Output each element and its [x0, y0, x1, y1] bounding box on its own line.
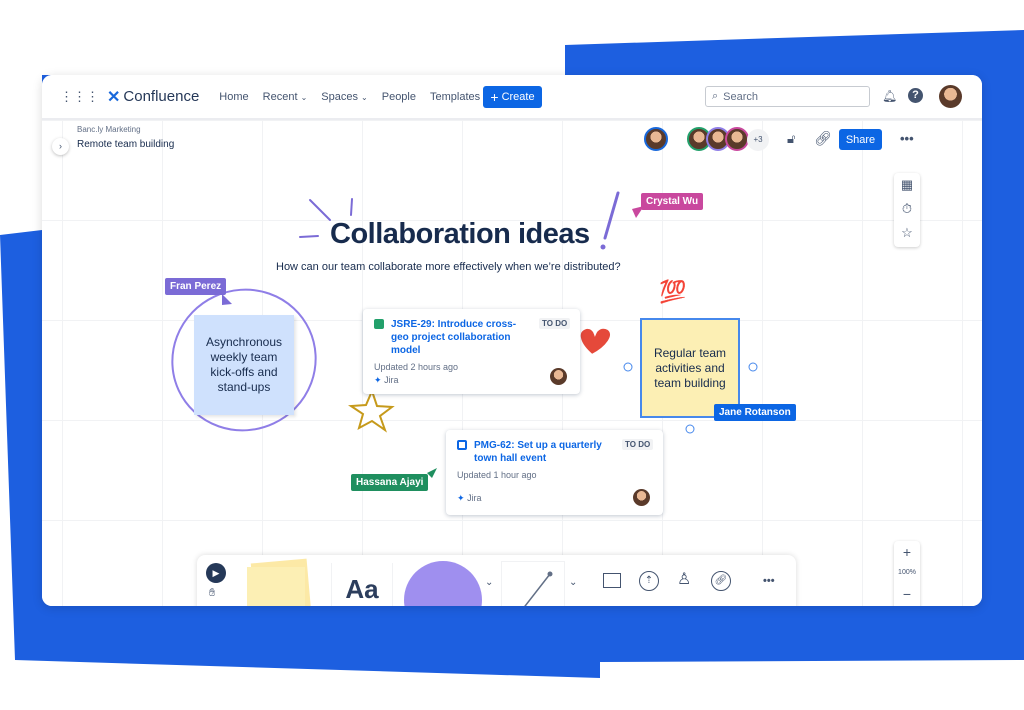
- zoom-controls: + 100% −: [894, 541, 920, 606]
- status-badge[interactable]: TO DO: [539, 318, 571, 329]
- cursor-label-fran: Fran Perez: [165, 278, 227, 295]
- cursor-label-hassana: Hassana Ajayi: [351, 474, 429, 491]
- confluence-logo-icon: ✕: [107, 88, 121, 106]
- sticky-note-yellow[interactable]: Regular team activities and team buildin…: [640, 318, 740, 418]
- jira-card[interactable]: JSRE-29: Introduce cross-geo project col…: [363, 309, 580, 394]
- more-tools-icon[interactable]: •••: [763, 575, 775, 587]
- task-icon: [457, 440, 467, 450]
- cursor-label-crystal: Crystal Wu: [641, 193, 704, 210]
- nav-home[interactable]: Home: [219, 91, 248, 103]
- jira-card[interactable]: PMG-62: Set up a quarterly town hall eve…: [446, 430, 663, 515]
- stamp-icon[interactable]: ♙: [677, 569, 691, 589]
- nav-recent[interactable]: Recent ⌄: [263, 91, 308, 103]
- confluence-window: ⋮⋮⋮ ✕ Confluence Home Recent ⌄ Spaces ⌄ …: [42, 75, 982, 606]
- nav-spaces[interactable]: Spaces ⌄: [321, 91, 367, 103]
- cursor-label-jane: Jane Rotanson: [714, 404, 796, 421]
- profile-avatar[interactable]: [939, 85, 962, 108]
- nav-people[interactable]: People: [382, 91, 416, 103]
- jira-source: ✦ Jira: [457, 493, 482, 503]
- shape-tool[interactable]: [404, 561, 482, 606]
- fran-cursor-icon: [222, 294, 232, 305]
- chevron-down-icon[interactable]: ⌄: [485, 577, 493, 588]
- help-icon[interactable]: ?: [908, 88, 923, 103]
- line-icon: [524, 571, 553, 606]
- chevron-down-icon: ⌄: [300, 92, 308, 102]
- sticky-note-tool[interactable]: [247, 558, 313, 606]
- connector-tool[interactable]: [501, 561, 565, 606]
- heart-sticker: [578, 326, 612, 357]
- top-nav: ⋮⋮⋮ ✕ Confluence Home Recent ⌄ Spaces ⌄ …: [42, 75, 982, 120]
- nav-templates[interactable]: Templates: [430, 91, 480, 103]
- jira-import-icon[interactable]: ⇡: [639, 571, 659, 591]
- board-title: Collaboration ideas: [330, 218, 590, 250]
- select-tool-icon[interactable]: ▶: [206, 563, 226, 583]
- status-badge[interactable]: TO DO: [622, 439, 654, 450]
- bottom-toolbar: ▶ ✋︎ Aa ⌄ ⌄ ⇡ ♙ 🔗︎ •••: [197, 555, 796, 606]
- create-button[interactable]: + Create: [483, 86, 542, 108]
- jira-source: ✦ Jira: [374, 375, 399, 385]
- sticky-note-blue[interactable]: Asynchronous weekly team kick-offs and s…: [194, 315, 294, 415]
- link-tool-icon[interactable]: 🔗︎: [711, 571, 731, 591]
- story-icon: [374, 319, 384, 329]
- jira-icon: ✦: [374, 375, 382, 385]
- hassana-cursor-icon: [427, 468, 437, 478]
- zoom-out-button[interactable]: −: [894, 583, 920, 605]
- app-switcher-icon[interactable]: ⋮⋮⋮: [60, 89, 99, 105]
- jira-icon: ✦: [457, 493, 465, 503]
- text-tool[interactable]: Aa: [331, 563, 393, 606]
- assignee-avatar[interactable]: [633, 489, 650, 506]
- hundred-emoji-sticker: 💯: [659, 279, 687, 304]
- frame-tool-icon[interactable]: [603, 573, 621, 588]
- hand-tool-icon[interactable]: ✋︎: [209, 587, 215, 600]
- chevron-down-icon: ⌄: [361, 92, 368, 102]
- chevron-down-icon[interactable]: ⌄: [569, 577, 577, 588]
- zoom-in-button[interactable]: +: [894, 541, 920, 563]
- assignee-avatar[interactable]: [550, 368, 567, 385]
- board-subtitle: How can our team collaborate more effect…: [276, 261, 621, 273]
- zoom-level: 100%: [898, 569, 916, 576]
- search-input[interactable]: ⌕ Search: [705, 86, 870, 107]
- search-icon: ⌕: [712, 90, 719, 102]
- confluence-logo[interactable]: ✕ Confluence: [107, 87, 199, 107]
- notifications-bell-icon[interactable]: 🔔︎: [882, 89, 897, 103]
- plus-icon: +: [490, 89, 499, 105]
- star-sticker: [347, 388, 395, 433]
- exclamation-doodle: [603, 191, 620, 240]
